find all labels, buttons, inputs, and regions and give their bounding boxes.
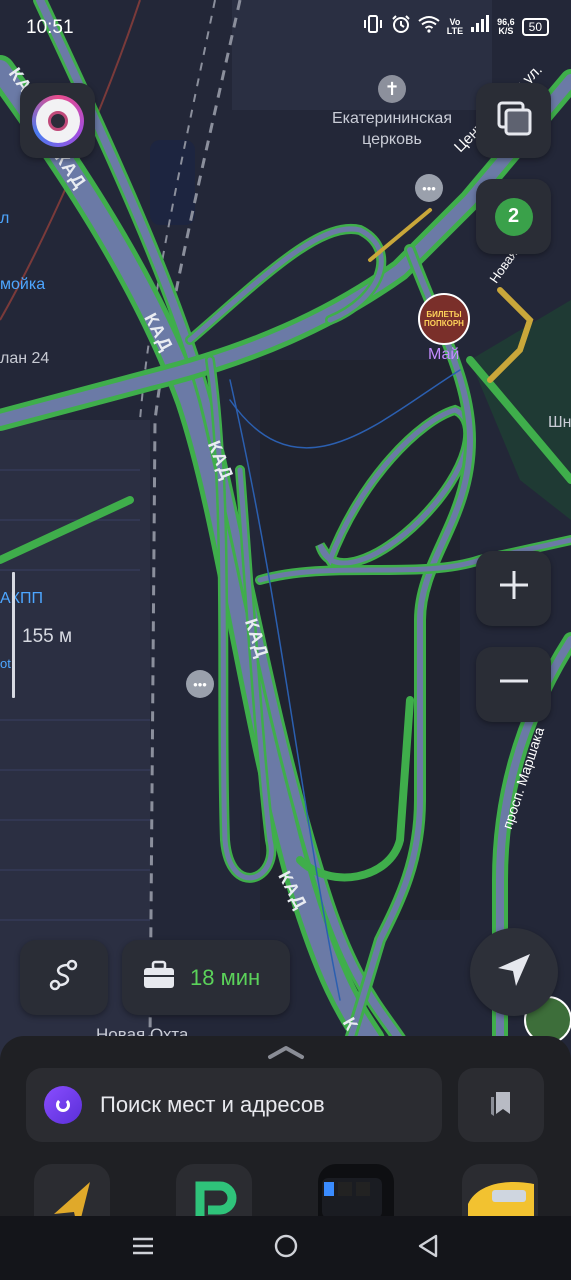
menu-icon (132, 1236, 154, 1261)
vibrate-icon (362, 14, 384, 39)
route-icon (47, 958, 81, 997)
poi-mai-ad-text: БИЛЕТЫ (426, 310, 462, 319)
briefcase-icon (142, 960, 176, 995)
search-placeholder: Поиск мест и адресов (100, 1092, 325, 1117)
alarm-icon (391, 14, 411, 39)
scale-bar (12, 572, 15, 698)
speed-unit: K/S (498, 25, 514, 36)
alice-icon[interactable] (44, 1086, 82, 1124)
system-nav-bar (0, 1216, 571, 1280)
map-label[interactable]: л (0, 210, 9, 228)
quick-actions-row (0, 1164, 571, 1216)
network-speed: 96,6 K/S (497, 17, 515, 36)
parking-app-button[interactable] (176, 1164, 252, 1216)
status-time: 10:51 (26, 17, 74, 38)
bookmarks-icon (486, 1088, 516, 1123)
poi-mai-label[interactable]: Май (428, 346, 459, 364)
poi-mai-icon[interactable]: БИЛЕТЫ ПОПКОРН (418, 293, 470, 345)
home-icon (274, 1234, 298, 1263)
search-input[interactable]: Поиск мест и адресов (26, 1068, 442, 1142)
comment-icon[interactable]: ••• (186, 670, 214, 698)
map-label[interactable]: мойка (0, 276, 45, 294)
chevron-up-icon[interactable] (266, 1044, 306, 1060)
scale-label: 155 м (22, 626, 73, 647)
back-button[interactable] (408, 1230, 448, 1266)
plus-icon (496, 564, 532, 614)
my-location-button[interactable] (470, 928, 558, 1016)
traffic-button[interactable]: 2 (476, 179, 551, 254)
avatar-icon (31, 94, 84, 147)
back-icon (417, 1234, 439, 1263)
traffic-icon: 2 (494, 197, 533, 236)
map-label[interactable]: ot (0, 656, 11, 671)
zoom-in-button[interactable] (476, 551, 551, 626)
church-icon[interactable]: ✝ (378, 75, 406, 103)
profile-button[interactable] (20, 83, 95, 158)
home-button[interactable] (266, 1230, 306, 1266)
poi-church-label[interactable]: Екатерининская церковь (322, 108, 462, 150)
map-label[interactable]: лан 24 (0, 348, 49, 369)
status-icons: Vo LTE 96,6 K/S 50 (362, 14, 549, 39)
comment-icon[interactable]: ••• (415, 174, 443, 202)
navigation-arrow-icon (494, 950, 534, 995)
commute-button[interactable]: 18 мин (122, 940, 290, 1015)
commute-time: 18 мин (190, 964, 261, 990)
route-button[interactable] (20, 940, 108, 1015)
bookmarks-button[interactable] (458, 1068, 544, 1142)
battery-indicator: 50 (521, 17, 549, 36)
minus-icon (496, 660, 532, 710)
volte-indicator: Vo LTE (446, 17, 464, 36)
map-label[interactable]: Шн (548, 412, 571, 433)
poi-mai-ad-text: ПОПКОРН (424, 319, 464, 328)
volte-bottom: LTE (446, 25, 464, 36)
navigator-app-button[interactable] (34, 1164, 110, 1216)
map-label[interactable]: АКПП (0, 590, 43, 608)
transport-app-button[interactable] (318, 1164, 394, 1216)
zoom-out-button[interactable] (476, 647, 551, 722)
taxi-app-button[interactable] (462, 1164, 538, 1216)
recent-apps-button[interactable] (123, 1230, 163, 1266)
signal-icon (470, 15, 490, 38)
layers-button[interactable] (476, 83, 551, 158)
layers-icon (494, 98, 534, 143)
wifi-icon (418, 15, 440, 38)
status-bar: 10:51 Vo LTE 96,6 K/S 50 (0, 0, 571, 56)
